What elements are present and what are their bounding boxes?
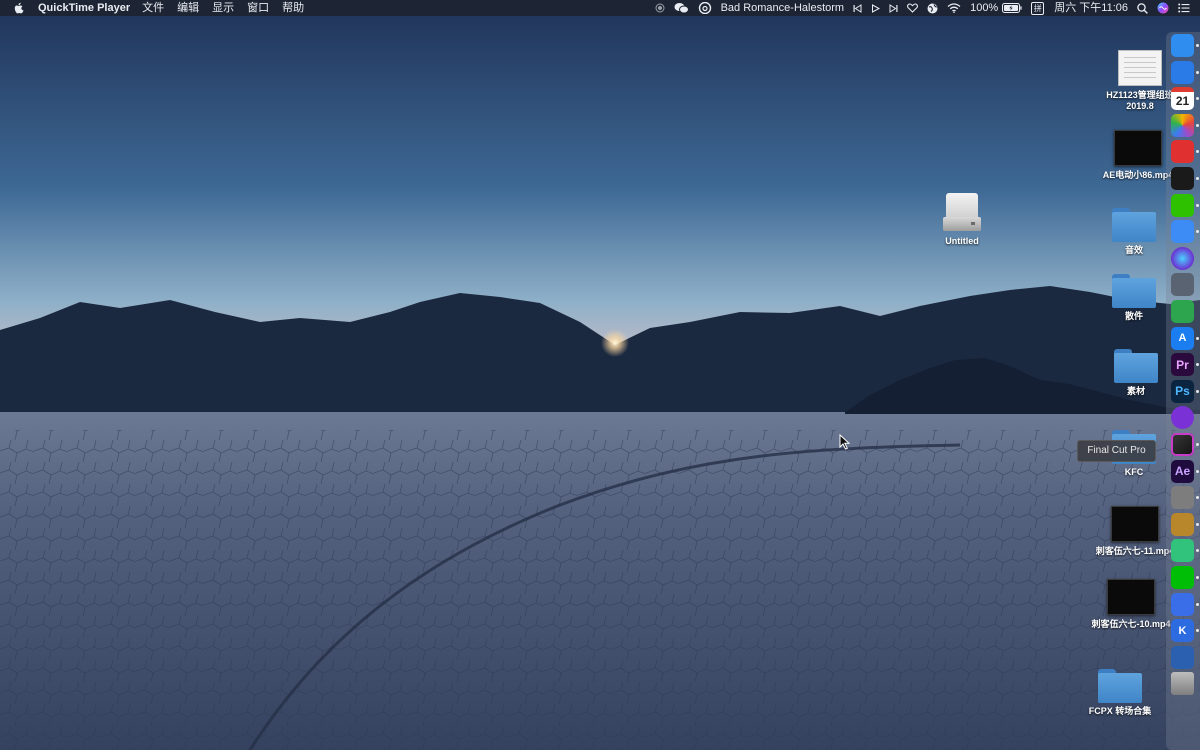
feishu-icon[interactable] bbox=[1171, 592, 1194, 616]
launchpad-icon[interactable] bbox=[1171, 273, 1194, 297]
running-indicator bbox=[1196, 150, 1199, 154]
play-icon[interactable] bbox=[871, 0, 881, 16]
app-menu-quicktime[interactable]: QuickTime Player bbox=[38, 0, 130, 16]
menu-view[interactable]: 显示 bbox=[212, 0, 234, 16]
trash-icon[interactable] bbox=[1171, 672, 1194, 696]
desktop-item-label: 刺客伍六七-10.mp4 bbox=[1091, 619, 1171, 629]
final-cut-pro-icon[interactable] bbox=[1171, 433, 1194, 456]
battery-percentage[interactable]: 100% bbox=[970, 0, 998, 16]
record-status-icon[interactable] bbox=[655, 0, 665, 16]
document-thumbnail-icon bbox=[1118, 50, 1162, 86]
running-indicator bbox=[1196, 97, 1199, 101]
running-indicator bbox=[1196, 44, 1199, 47]
netease-music-icon[interactable] bbox=[1171, 140, 1194, 164]
notification-center-icon[interactable] bbox=[1178, 0, 1190, 16]
app-store-icon[interactable]: A bbox=[1171, 326, 1194, 350]
running-indicator bbox=[1196, 336, 1199, 340]
iqiyi-icon[interactable] bbox=[1171, 566, 1194, 589]
running-indicator bbox=[1196, 602, 1199, 606]
siri-menubar-icon[interactable] bbox=[1157, 0, 1169, 16]
desktop-item-video-ep10[interactable]: 刺客伍六七-10.mp4 bbox=[1086, 579, 1176, 630]
running-indicator bbox=[1196, 522, 1199, 526]
wifi-icon[interactable] bbox=[947, 0, 961, 16]
photos-icon[interactable] bbox=[1171, 113, 1194, 137]
folder-icon bbox=[1112, 208, 1156, 242]
imovie-icon[interactable] bbox=[1171, 406, 1194, 430]
numbers-icon[interactable] bbox=[1171, 300, 1194, 323]
premiere-icon[interactable]: Pr bbox=[1171, 353, 1194, 377]
folder-icon bbox=[1114, 349, 1158, 383]
desktop-item-folder-fcpx-transitions[interactable]: FCPX 转场合集 bbox=[1075, 669, 1165, 717]
baidu-netdisk-icon[interactable] bbox=[1171, 220, 1194, 244]
after-effects-icon[interactable]: Ae bbox=[1171, 459, 1194, 483]
running-indicator bbox=[1196, 177, 1199, 180]
browser-icon[interactable] bbox=[1171, 645, 1194, 669]
video-thumbnail-icon bbox=[1111, 506, 1159, 542]
desktop-item-label: FCPX 转场合集 bbox=[1088, 706, 1152, 716]
photoshop-label: Ps bbox=[1175, 384, 1190, 399]
photoshop-icon[interactable]: Ps bbox=[1171, 379, 1194, 403]
running-indicator bbox=[1196, 496, 1199, 500]
after-effects-label: Ae bbox=[1174, 464, 1191, 479]
running-indicator bbox=[1196, 70, 1199, 74]
kuaikan-icon[interactable]: K bbox=[1171, 619, 1194, 643]
globe-icon[interactable] bbox=[927, 0, 938, 16]
desktop-wallpaper bbox=[0, 0, 1200, 750]
video-thumbnail-icon bbox=[1114, 130, 1162, 166]
menu-window[interactable]: 窗口 bbox=[247, 0, 269, 16]
like-heart-icon[interactable] bbox=[907, 0, 919, 16]
siri-icon[interactable] bbox=[1171, 246, 1194, 270]
netease-music-menubar-icon[interactable] bbox=[698, 0, 712, 16]
spotlight-search-icon[interactable] bbox=[1137, 0, 1148, 16]
running-indicator bbox=[1196, 363, 1199, 367]
folder-icon bbox=[1112, 274, 1156, 308]
running-indicator bbox=[1196, 549, 1199, 553]
mouse-cursor-icon bbox=[839, 434, 851, 450]
menubar-clock[interactable]: 周六 下午11:06 bbox=[1054, 0, 1128, 16]
running-indicator bbox=[1196, 629, 1199, 633]
running-indicator bbox=[1196, 203, 1199, 207]
video-thumbnail-icon bbox=[1107, 579, 1155, 615]
calendar-icon[interactable]: 21 bbox=[1171, 87, 1194, 111]
premiere-label: Pr bbox=[1176, 357, 1189, 372]
running-indicator bbox=[1196, 123, 1199, 127]
menu-bar: QuickTime Player 文件 编辑 显示 窗口 帮助 Bad Roma… bbox=[0, 0, 1200, 16]
dock-tooltip: Final Cut Pro bbox=[1077, 440, 1156, 462]
wechat-icon[interactable] bbox=[1171, 193, 1194, 217]
now-playing-title[interactable]: Bad Romance-Halestorm bbox=[721, 0, 845, 16]
external-drive-icon bbox=[943, 193, 981, 233]
qq-music-icon[interactable] bbox=[1171, 539, 1194, 563]
running-indicator bbox=[1196, 389, 1199, 393]
previous-track-icon[interactable] bbox=[853, 0, 862, 16]
dock: 21 A Pr Ps Ae K bbox=[1166, 32, 1200, 750]
calendar-label: 21 bbox=[1175, 94, 1190, 109]
app-store-label: A bbox=[1178, 332, 1187, 345]
apple-menu-icon[interactable] bbox=[14, 2, 28, 14]
battery-charging-icon[interactable] bbox=[1002, 0, 1022, 16]
running-indicator bbox=[1196, 469, 1199, 473]
running-indicator bbox=[1196, 576, 1199, 579]
wechat-menubar-icon[interactable] bbox=[674, 0, 689, 16]
folder-icon bbox=[1098, 669, 1142, 703]
desktop-item-untitled-drive[interactable]: Untitled bbox=[917, 193, 1007, 247]
running-indicator bbox=[1196, 443, 1199, 446]
garageband-icon[interactable] bbox=[1171, 512, 1194, 536]
desktop-item-label: Untitled bbox=[945, 236, 979, 246]
menu-file[interactable]: 文件 bbox=[142, 0, 164, 16]
menu-help[interactable]: 帮助 bbox=[282, 0, 304, 16]
finder-icon[interactable] bbox=[1171, 34, 1194, 57]
running-indicator bbox=[1196, 230, 1199, 234]
qq-icon[interactable] bbox=[1171, 167, 1194, 190]
next-track-icon[interactable] bbox=[889, 0, 898, 16]
input-method-indicator[interactable]: 拼 bbox=[1031, 1, 1045, 15]
safari-icon[interactable] bbox=[1171, 60, 1194, 84]
system-preferences-icon[interactable] bbox=[1171, 486, 1194, 510]
kuaikan-label: K bbox=[1178, 624, 1187, 637]
menu-edit[interactable]: 编辑 bbox=[177, 0, 199, 16]
